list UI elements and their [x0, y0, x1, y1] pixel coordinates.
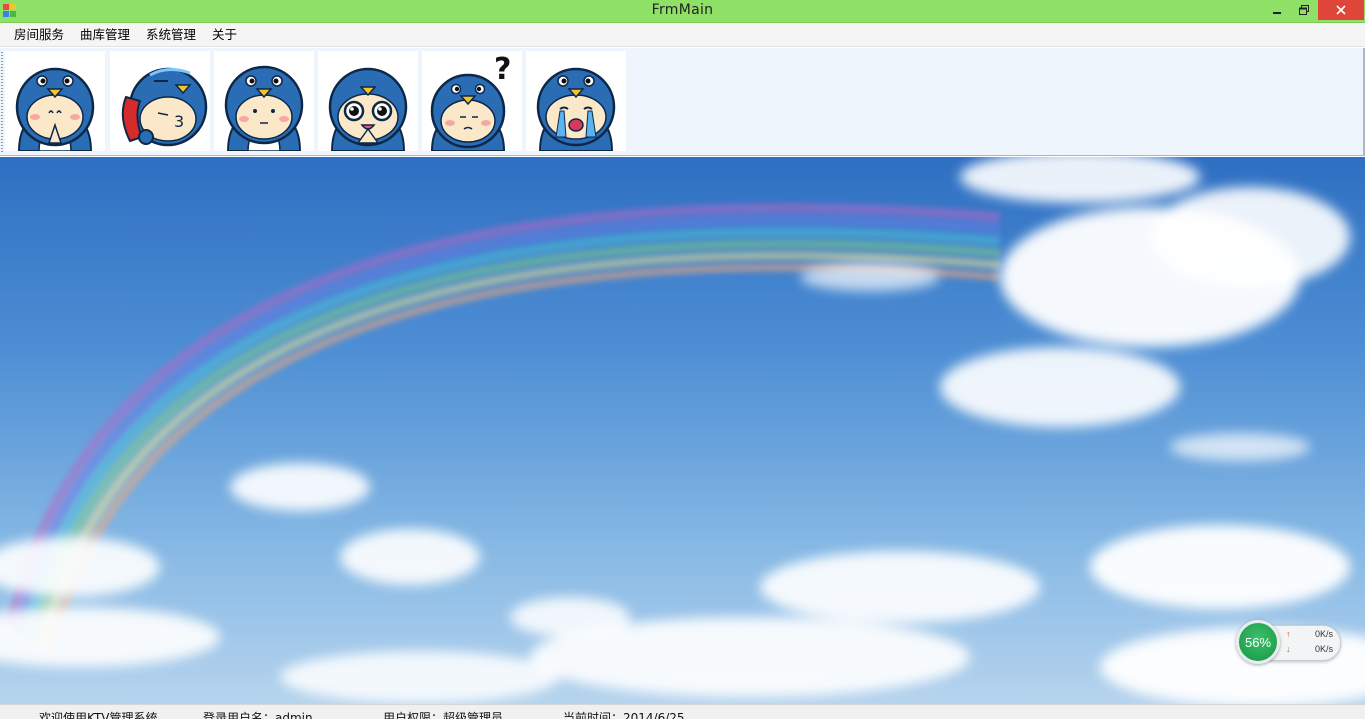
status-username: 登录用户名：admin [203, 711, 313, 719]
close-button[interactable] [1318, 0, 1364, 20]
restore-icon [1298, 5, 1309, 15]
restore-button[interactable] [1290, 0, 1317, 20]
upload-arrow-icon: ↑ [1286, 629, 1291, 639]
network-speed-widget[interactable]: 56% ↑ 0K/s ↓ 0K/s [1234, 619, 1342, 665]
penguin-question-icon: ? [430, 52, 511, 151]
sky-background-image [0, 157, 1365, 704]
status-permission: 用户权限：超级管理员 [383, 711, 504, 719]
toolbar-button-3[interactable] [214, 51, 314, 151]
status-current-time: 当前时间：2014/6/25 [563, 711, 685, 719]
penguin-crying-icon [536, 67, 616, 151]
minimize-icon [1273, 12, 1281, 14]
menu-song-library[interactable]: 曲库管理 [72, 23, 138, 47]
minimize-button[interactable] [1264, 0, 1290, 20]
upload-speed: ↑ 0K/s [1286, 629, 1341, 642]
toolbar-button-2[interactable]: 3 [110, 51, 210, 151]
svg-text:?: ? [494, 52, 511, 87]
status-welcome: 欢迎使用KTV管理系统 [39, 711, 158, 719]
status-bar: 欢迎使用KTV管理系统 登录用户名：admin 用户权限：超级管理员 当前时间：… [0, 704, 1365, 719]
window-title: FrmMain [651, 2, 714, 18]
toolbar-button-5[interactable]: ? [422, 51, 522, 151]
menu-bar: 房间服务 曲库管理 系统管理 关于 [0, 23, 1365, 47]
toolbar-button-4[interactable] [318, 51, 418, 151]
menu-room-service[interactable]: 房间服务 [6, 23, 72, 47]
toolbar: 3 ? [0, 48, 1365, 156]
menu-system-management[interactable]: 系统管理 [138, 23, 204, 47]
svg-text:3: 3 [174, 112, 184, 131]
penguin-neutral-icon [224, 65, 304, 151]
usage-percent: 56% [1244, 634, 1272, 650]
close-icon [1336, 5, 1346, 15]
penguin-pray-icon [15, 67, 95, 151]
download-speed: ↓ 0K/s [1286, 644, 1341, 657]
main-window: FrmMain 房间服务 曲库管理 系统管理 关于 3 ? 56% ↑ 0K/s… [0, 0, 1365, 719]
upload-speed-value: 0K/s [1314, 629, 1333, 639]
menu-about[interactable]: 关于 [204, 23, 245, 47]
download-arrow-icon: ↓ [1286, 644, 1291, 654]
penguin-excited-icon [328, 67, 408, 151]
penguin-phone-icon: 3 [121, 67, 208, 147]
toolbar-grip[interactable] [1, 52, 3, 152]
toolbar-button-6[interactable] [526, 51, 626, 151]
memory-usage-circle[interactable]: 56% [1236, 620, 1280, 664]
main-content-area [0, 157, 1365, 704]
title-bar[interactable]: FrmMain [0, 0, 1365, 23]
toolbar-button-1[interactable] [5, 51, 105, 151]
download-speed-value: 0K/s [1314, 644, 1333, 654]
